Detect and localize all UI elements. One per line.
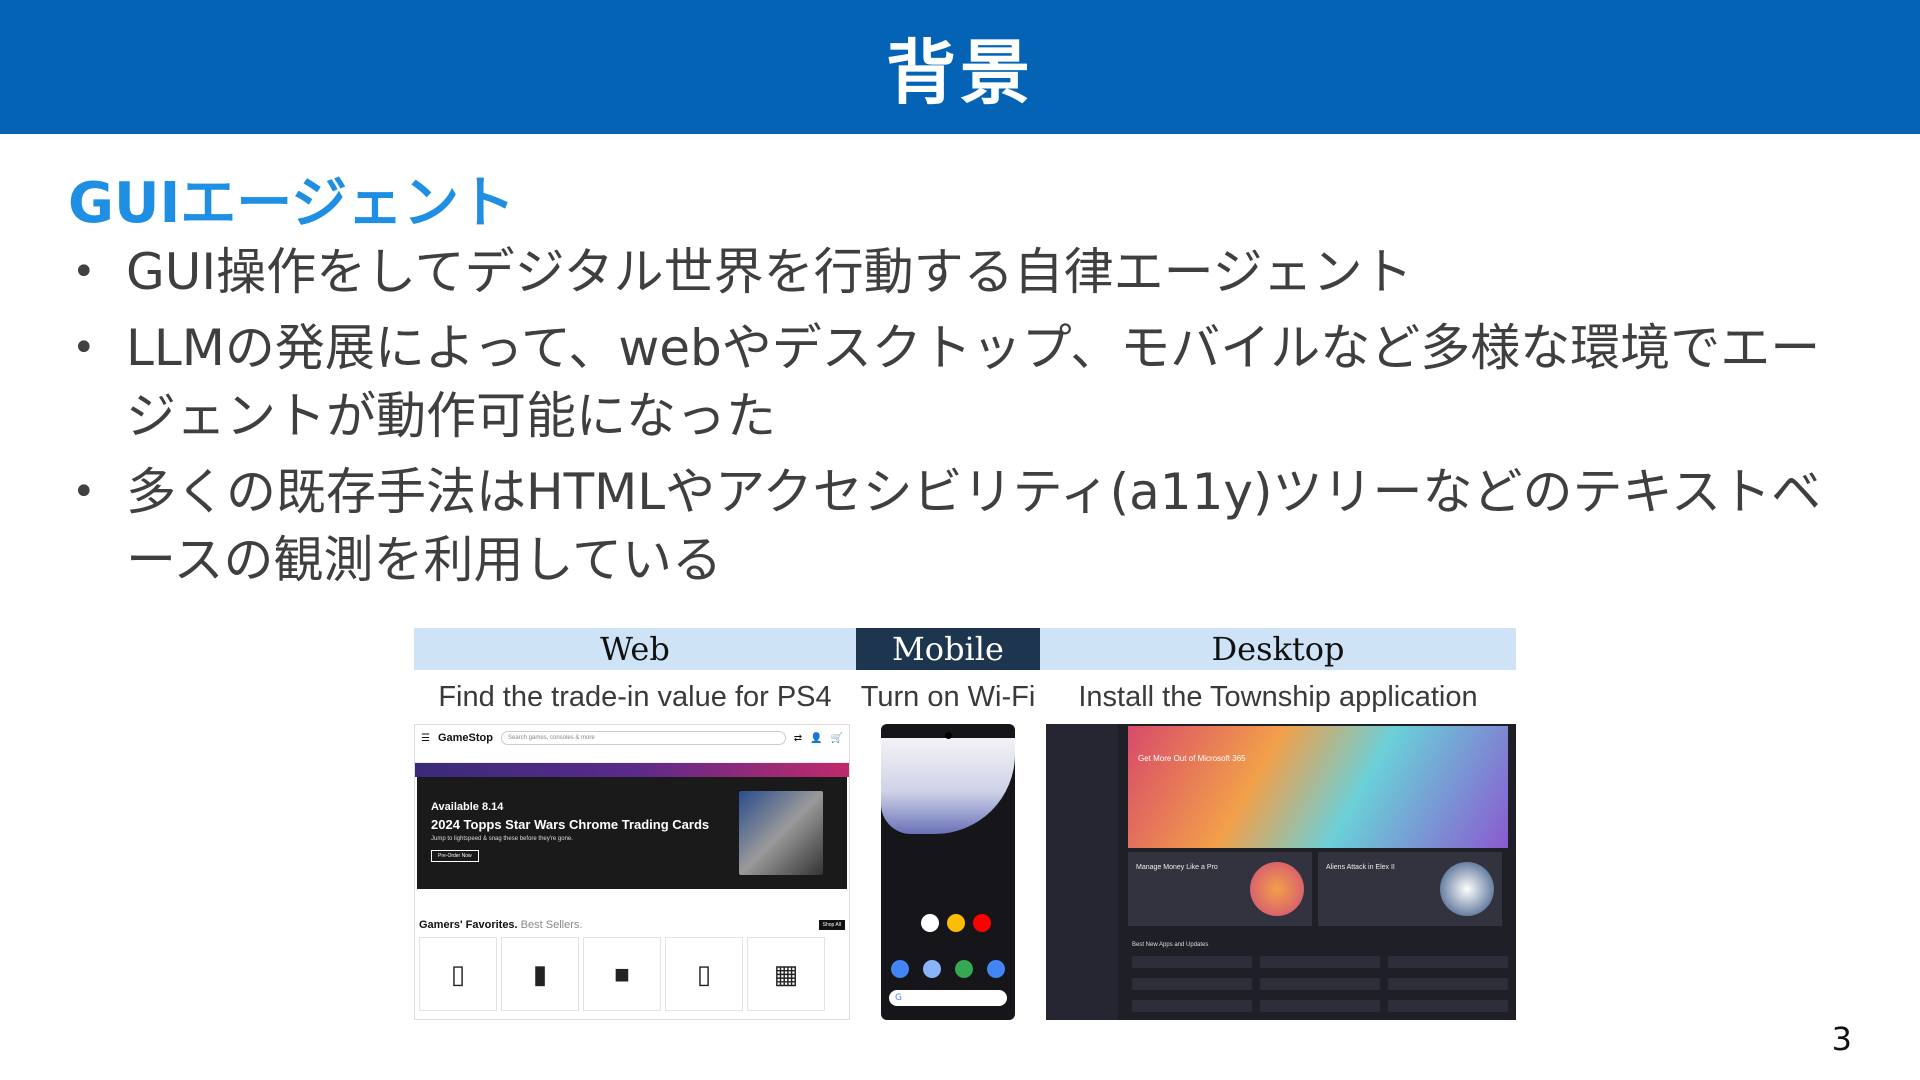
chrome-icon xyxy=(955,960,973,978)
desktop-header: Desktop xyxy=(1040,628,1516,670)
app-list-row xyxy=(1132,1000,1508,1018)
card-title: Manage Money Like a Pro xyxy=(1136,864,1218,871)
web-header: Web xyxy=(414,628,856,670)
app-row-top xyxy=(921,914,991,932)
banner-button: Pre-Order Now xyxy=(431,850,479,862)
google-search-bar: G xyxy=(889,990,1007,1006)
product-card: ▯ xyxy=(419,937,497,1011)
card-art xyxy=(1250,862,1304,916)
app-dock xyxy=(891,960,1005,978)
bullet-text: 多くの既存手法はHTMLやアクセシビリティ(a11y)ツリーなどのテキストベース… xyxy=(126,463,1822,589)
phone-icon xyxy=(891,960,909,978)
web-task-label: Find the trade-in value for PS4 xyxy=(438,680,832,713)
app-list-title: Best New Apps and Updates xyxy=(1132,942,1209,948)
store-card: Manage Money Like a Pro xyxy=(1128,852,1312,926)
camera-app-icon xyxy=(987,960,1005,978)
mobile-panel: Mobile Turn on Wi-Fi G xyxy=(856,628,1040,1048)
cart-icon: 🛒 xyxy=(830,732,843,744)
bullet-text: LLMの発展によって、webやデスクトップ、モバイルなど多様な環境でエージェント… xyxy=(126,319,1821,445)
title-bar: 背景 xyxy=(0,0,1920,134)
favorites-title: Gamers' Favorites. xyxy=(419,919,518,931)
card-title: Aliens Attack in Elex II xyxy=(1326,864,1395,871)
desktop-task-label: Install the Township application xyxy=(1078,680,1478,713)
gamestop-search: Search games, consoles & more xyxy=(500,731,786,745)
camera-icon xyxy=(945,732,952,739)
app-list-row xyxy=(1132,956,1508,974)
bullet-item: • GUI操作をしてデジタル世界を行動する自律エージェント xyxy=(68,238,1868,306)
messages-icon xyxy=(923,960,941,978)
store-hero-banner: Get More Out of Microsoft 365 xyxy=(1128,726,1508,848)
bullet-marker: • xyxy=(72,249,96,295)
sidebar-item xyxy=(1052,777,1112,788)
card-art xyxy=(1440,862,1494,916)
gamestop-topbar: ☰ GameStop Search games, consoles & more… xyxy=(415,725,849,751)
product-card: ▮ xyxy=(501,937,579,1011)
product-card: ■ xyxy=(583,937,661,1011)
photos-icon xyxy=(947,914,965,932)
store-card: Aliens Attack in Elex II xyxy=(1318,852,1502,926)
store-sidebar xyxy=(1046,724,1118,1020)
bullet-marker: • xyxy=(72,469,96,515)
slide-title: 背景 xyxy=(886,31,1034,114)
bullet-marker: • xyxy=(72,325,96,371)
hero-text: Get More Out of Microsoft 365 xyxy=(1138,754,1246,763)
sidebar-item xyxy=(1052,766,1112,777)
gamestop-logo: GameStop xyxy=(437,732,493,744)
bullet-item: • 多くの既存手法はHTMLやアクセシビリティ(a11y)ツリーなどのテキストベ… xyxy=(68,458,1868,594)
menu-icon: ☰ xyxy=(421,732,430,744)
wallpaper-wave xyxy=(881,738,1015,834)
gmail-icon xyxy=(921,914,939,932)
web-panel: Web Find the trade-in value for PS4 ☰ Ga… xyxy=(414,628,856,1048)
bullet-list: • GUI操作をしてデジタル世界を行動する自律エージェント • LLMの発展によ… xyxy=(68,238,1868,602)
desktop-screenshot: Get More Out of Microsoft 365 Manage Mon… xyxy=(1046,724,1516,1020)
mobile-task-label: Turn on Wi-Fi xyxy=(860,680,1036,713)
bullet-item: • LLMの発展によって、webやデスクトップ、モバイルなど多様な環境でエージェ… xyxy=(68,314,1868,450)
trade-icon: ⇄ xyxy=(793,732,803,744)
bullet-text: GUI操作をしてデジタル世界を行動する自律エージェント xyxy=(126,243,1413,301)
gamers-favorites-row: Gamers' Favorites. Best Sellers. Shop Al… xyxy=(415,889,849,931)
youtube-icon xyxy=(973,914,991,932)
desktop-panel: Desktop Install the Township application… xyxy=(1040,628,1516,1048)
product-card: ▯ xyxy=(665,937,743,1011)
product-row: ▯ ▮ ■ ▯ ▦ xyxy=(415,931,849,1017)
gamestop-nav xyxy=(415,751,849,763)
shop-all-button: Shop All xyxy=(818,920,845,930)
app-list-row xyxy=(1132,978,1508,996)
web-screenshot: ☰ GameStop Search games, consoles & more… xyxy=(414,724,850,1020)
user-icon: 👤 xyxy=(810,732,823,744)
sidebar-item xyxy=(1052,744,1112,755)
trading-card-box-image xyxy=(739,791,823,875)
phone-screenshot: G xyxy=(881,724,1015,1020)
mobile-header: Mobile xyxy=(856,628,1040,670)
favorites-subtitle: Best Sellers. xyxy=(520,919,583,931)
gamestop-promo-strip xyxy=(415,763,849,777)
section-heading: GUIエージェント xyxy=(68,171,516,236)
sidebar-item xyxy=(1052,755,1112,766)
product-card: ▦ xyxy=(747,937,825,1011)
page-number: 3 xyxy=(1831,1020,1852,1058)
gamestop-banner: Available 8.14 2024 Topps Star Wars Chro… xyxy=(417,777,847,889)
